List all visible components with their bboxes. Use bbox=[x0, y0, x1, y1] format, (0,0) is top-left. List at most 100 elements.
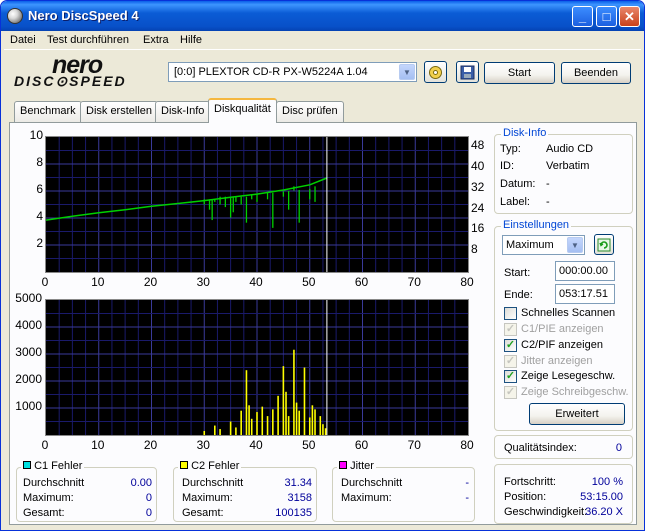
c1-total-value: 0 bbox=[145, 507, 152, 519]
end-label: Ende: bbox=[504, 289, 533, 301]
c1-avg-value: 0.00 bbox=[130, 477, 152, 489]
progress-label: Fortschritt: bbox=[504, 476, 556, 488]
save-button[interactable] bbox=[456, 61, 479, 83]
read-speed-line bbox=[45, 177, 328, 221]
chart1-y-tick-right: 24 bbox=[471, 200, 485, 215]
minimize-button[interactable]: _ bbox=[572, 6, 593, 27]
disk-type-label: Typ: bbox=[500, 143, 521, 155]
speed-value: 36.20 X bbox=[585, 506, 623, 518]
fast-scan-label: Schnelles Scannen bbox=[521, 307, 616, 319]
window-title: Nero DiscSpeed 4 bbox=[28, 8, 139, 23]
chevron-down-icon[interactable]: ▼ bbox=[567, 237, 583, 253]
drive-select-value: [0:0] PLEXTOR CD-R PX-W5224A 1.04 bbox=[174, 66, 368, 78]
tab-diskqualitaet[interactable]: Diskqualität bbox=[208, 98, 277, 123]
jitter-show-label: Jitter anzeigen bbox=[521, 355, 593, 367]
write-speed-checkbox[interactable]: ✓ bbox=[504, 386, 517, 399]
end-field[interactable]: 053:17.51 bbox=[555, 284, 615, 304]
quality-index-group: Qualitätsindex: 0 bbox=[494, 435, 633, 459]
write-speed-label: Zeige Schreibgeschw. bbox=[521, 386, 629, 398]
discspeed-logo: DISC⊙SPEED bbox=[14, 73, 127, 89]
chart2-x-tick: 20 bbox=[143, 438, 158, 452]
c2-show-label: C2/PIF anzeigen bbox=[521, 339, 603, 351]
refresh-button[interactable] bbox=[594, 234, 614, 255]
chart1-y-tick-left: 8 bbox=[36, 155, 43, 169]
jitter-max-label: Maximum: bbox=[341, 492, 392, 504]
chart2-x-tick: 30 bbox=[196, 438, 210, 452]
title-bar[interactable]: Nero DiscSpeed 4 _ □ ✕ bbox=[1, 1, 644, 31]
drive-select[interactable]: [0:0] PLEXTOR CD-R PX-W5224A 1.04 ▼ bbox=[168, 62, 417, 82]
c1-title: C1 Fehler bbox=[34, 460, 83, 472]
app-disc-icon bbox=[7, 8, 23, 24]
menu-bar: Datei Test durchführen Extra Hilfe bbox=[4, 31, 641, 50]
start-button[interactable]: Start bbox=[484, 62, 555, 84]
chart1-x-tick: 20 bbox=[143, 275, 158, 289]
c2-show-checkbox[interactable]: ✓ bbox=[504, 339, 517, 352]
menu-extra[interactable]: Extra bbox=[143, 34, 169, 46]
settings-title: Einstellungen bbox=[501, 219, 572, 231]
c2-errors-chart-svg bbox=[46, 300, 468, 435]
chart2-y-tick: 5000 bbox=[15, 291, 42, 305]
tab-disk-info[interactable]: Disk-Info bbox=[155, 101, 211, 122]
chart2-x-tick: 60 bbox=[354, 438, 369, 452]
c2-stats-group: C2 Fehler Durchschnitt 31.34 Maximum: 31… bbox=[173, 460, 317, 522]
chart1-x-tick: 70 bbox=[407, 275, 421, 289]
c1-show-checkbox[interactable]: ✓ bbox=[504, 323, 517, 336]
chart2-y-tick: 4000 bbox=[15, 318, 42, 332]
menu-datei[interactable]: Datei bbox=[10, 34, 36, 46]
maximize-button[interactable]: □ bbox=[596, 6, 617, 27]
c1-max-label: Maximum: bbox=[23, 492, 74, 504]
save-icon bbox=[460, 65, 475, 80]
menu-hilfe[interactable]: Hilfe bbox=[180, 34, 202, 46]
position-label: Position: bbox=[504, 491, 547, 503]
chart1-x-tick: 50 bbox=[302, 275, 316, 289]
c2-max-label: Maximum: bbox=[182, 492, 233, 504]
c2-total-value: 100135 bbox=[275, 507, 312, 519]
start-field[interactable]: 000:00.00 bbox=[555, 261, 615, 281]
jitter-title-wrap: Jitter bbox=[337, 460, 376, 472]
disk-info-title: Disk-Info bbox=[501, 127, 549, 139]
c2-errors-chart bbox=[45, 299, 469, 436]
read-speed-checkbox[interactable]: ✓ bbox=[504, 370, 517, 383]
quality-index-value: 0 bbox=[615, 442, 622, 454]
close-button[interactable]: ✕ bbox=[619, 6, 640, 27]
fast-scan-checkbox[interactable] bbox=[504, 307, 517, 320]
disk-id-value: Verbatim bbox=[546, 160, 590, 172]
chart2-x-tick: 80 bbox=[460, 438, 474, 452]
tab-disk-erstellen[interactable]: Disk erstellen bbox=[80, 101, 159, 122]
chevron-down-icon[interactable]: ▼ bbox=[399, 64, 415, 80]
chart1-x-tick: 60 bbox=[354, 275, 369, 289]
disk-label-label: Label: bbox=[500, 196, 530, 208]
disk-date-value: - bbox=[546, 178, 550, 190]
jitter-avg-value: - bbox=[465, 477, 469, 489]
chart1-x-tick: 0 bbox=[41, 275, 49, 289]
chart-grid bbox=[46, 137, 468, 272]
disk-type-value: Audio CD bbox=[546, 143, 594, 155]
tab-benchmark[interactable]: Benchmark bbox=[14, 101, 82, 122]
c2-avg-value: 31.34 bbox=[284, 477, 312, 489]
c1-stats-group: C1 Fehler Durchschnitt 0.00 Maximum: 0 G… bbox=[16, 460, 157, 522]
chart1-x-tick: 40 bbox=[249, 275, 263, 289]
read-speed-label: Zeige Lesegeschw. bbox=[521, 370, 616, 382]
chart1-y-tick-left: 4 bbox=[36, 209, 43, 223]
chart1-x-tick: 10 bbox=[91, 275, 105, 289]
chart2-y-tick: 2000 bbox=[15, 372, 42, 386]
speed-select[interactable]: Maximum ▼ bbox=[502, 235, 585, 255]
read-speed-chart-svg bbox=[45, 137, 468, 272]
jitter-legend-swatch bbox=[339, 461, 347, 469]
c1-total-label: Gesamt: bbox=[23, 507, 65, 519]
menu-test[interactable]: Test durchführen bbox=[47, 34, 129, 46]
advanced-button[interactable]: Erweitert bbox=[529, 403, 625, 425]
chart1-x-tick: 80 bbox=[460, 275, 474, 289]
chart1-y-tick-right: 40 bbox=[471, 159, 485, 174]
speed-select-value: Maximum bbox=[506, 239, 554, 251]
disk-date-label: Datum: bbox=[500, 178, 536, 190]
chart1-x-tick: 30 bbox=[196, 275, 210, 289]
eject-button[interactable] bbox=[424, 61, 447, 83]
c1-avg-label: Durchschnitt bbox=[23, 477, 85, 489]
chart2-x-tick: 70 bbox=[407, 438, 421, 452]
tab-disc-pruefen[interactable]: Disc prüfen bbox=[276, 101, 344, 122]
exit-button[interactable]: Beenden bbox=[561, 62, 631, 84]
jitter-stats-group: Jitter Durchschnitt - Maximum: - bbox=[332, 460, 475, 522]
chart2-x-tick: 0 bbox=[41, 438, 49, 452]
jitter-show-checkbox[interactable]: ✓ bbox=[504, 355, 517, 368]
